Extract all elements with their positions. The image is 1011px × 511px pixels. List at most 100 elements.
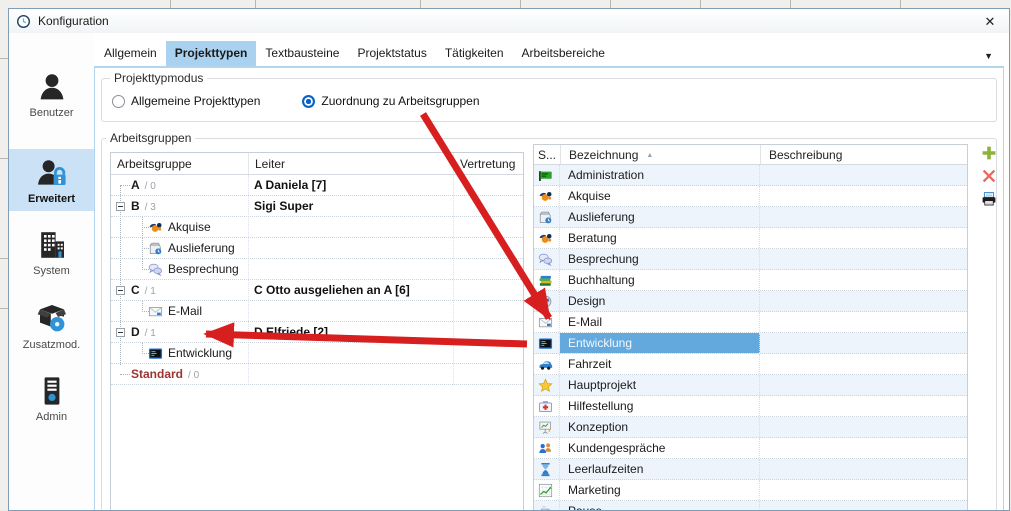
close-icon[interactable]: ✕ [981,13,999,31]
kundengespraeche-icon [538,441,553,456]
sidebar-item-label: Zusatzmod. [23,339,80,351]
background-window-fragment-left [0,8,8,510]
tree-row[interactable]: A/ 0A Daniela [7] [111,175,523,196]
projekttyp-label: Akquise [168,217,211,238]
sidebar-item-erweitert[interactable]: Erweitert [9,149,94,211]
list-item[interactable]: Akquise [534,186,967,207]
expand-collapse-icon[interactable] [116,328,125,337]
list-item-symbol-cell [534,165,560,185]
radio-icon [112,95,125,108]
projekttyp-label: Auslieferung [168,238,235,259]
list-item[interactable]: Entwicklung [534,333,967,354]
marketing-icon [538,483,553,498]
projekttyp-label: E-Mail [168,301,202,322]
tree-row[interactable]: E-Mail [111,301,523,322]
list-item-symbol-cell [534,480,560,500]
tree-row[interactable]: Akquise [111,217,523,238]
list-item-beschreibung [760,333,967,353]
print-button[interactable] [980,190,998,208]
app-clock-icon [16,14,31,29]
radio-option-1[interactable]: Allgemeine Projekttypen [112,94,260,108]
leiter-value: D Elfriede [2] [254,322,328,343]
tree-row[interactable]: Auslieferung [111,238,523,259]
add-button[interactable] [980,144,998,162]
tab-arbeitsbereiche[interactable]: Arbeitsbereiche [513,41,614,66]
expand-collapse-icon[interactable] [116,286,125,295]
konzeption-icon [538,420,553,435]
tree-row[interactable]: B/ 3Sigi Super [111,196,523,217]
list-item[interactable]: Buchhaltung [534,270,967,291]
radio-option-2[interactable]: Zuordnung zu Arbeitsgruppen [302,94,479,108]
list-item[interactable]: Marketing [534,480,967,501]
box-cd-icon [36,303,68,335]
delete-button[interactable] [980,167,998,185]
list-item[interactable]: Hilfestellung [534,396,967,417]
list-item-beschreibung [760,165,967,185]
tree-row[interactable]: Entwicklung [111,343,523,364]
list-column-bezeichnung[interactable]: Bezeichnung▲ [560,145,760,164]
list-item[interactable]: Kundengespräche [534,438,967,459]
list-item[interactable]: E-Mail [534,312,967,333]
list-item[interactable]: Design [534,291,967,312]
list-item-symbol-cell [534,396,560,416]
tab-projekttypen[interactable]: Projekttypen [166,41,257,66]
email-icon [538,315,553,330]
sidebar-item-zusatzmod[interactable]: Zusatzmod. [9,299,94,361]
tree-row[interactable]: D/ 1D Elfriede [2] [111,322,523,343]
list-item[interactable]: Auslieferung [534,207,967,228]
list-item-bezeichnung: Marketing [560,480,760,500]
list-item[interactable]: Beratung [534,228,967,249]
administration-icon [538,168,553,183]
list-item-symbol-cell [534,312,560,332]
list-column-beschreibung[interactable]: Beschreibung [760,145,967,164]
design-icon [538,294,553,309]
tab-projektstatus[interactable]: Projektstatus [348,41,435,66]
user-lock-icon [36,157,68,189]
projekttyp-label: Entwicklung [168,343,232,364]
buchhaltung-icon [538,273,553,288]
tree-column-arbeitsgruppe[interactable]: Arbeitsgruppe [111,153,248,174]
expand-collapse-icon[interactable] [116,202,125,211]
group-count: / 0 [188,370,199,381]
cross-icon [981,168,997,184]
list-item-bezeichnung: Auslieferung [560,207,760,227]
list-column-symbol[interactable]: S... [534,145,560,164]
tree-row[interactable]: Standard/ 0 [111,364,523,385]
hauptprojekt-icon [538,378,553,393]
tree-row[interactable]: Besprechung [111,259,523,280]
entwicklung-icon [538,336,553,351]
projekttypmodus-group: Projekttypmodus Allgemeine ProjekttypenZ… [101,78,997,122]
list-item-bezeichnung: Kundengespräche [560,438,760,458]
list-item[interactable]: Fahrzeit [534,354,967,375]
list-item-bezeichnung: Buchhaltung [560,270,760,290]
list-item[interactable]: Konzeption [534,417,967,438]
tree-column-vertretung[interactable]: Vertretung [453,153,523,174]
list-item-beschreibung [760,354,967,374]
sidebar: Benutzer Erweitert System Zusatzmod. Admin [9,33,94,510]
list-item[interactable]: Administration [534,165,967,186]
list-item-bezeichnung: Konzeption [560,417,760,437]
tab-allgemein[interactable]: Allgemein [95,41,166,66]
list-item-beschreibung [760,207,967,227]
list-item-symbol-cell [534,249,560,269]
sidebar-item-admin[interactable]: Admin [9,371,94,433]
sidebar-item-label: Erweitert [28,193,75,205]
tab-overflow-icon[interactable]: ▼ [984,51,993,61]
action-strip [980,144,1000,213]
list-item[interactable]: Hauptprojekt [534,375,967,396]
dialog-titlebar[interactable]: Konfiguration ✕ [9,9,1009,33]
sidebar-item-system[interactable]: System [9,225,94,289]
arbeitsgruppen-table-body: A/ 0A Daniela [7]B/ 3Sigi SuperAkquiseAu… [111,175,523,385]
projekttyp-label: Besprechung [168,259,239,280]
tree-column-leiter[interactable]: Leiter [248,153,453,174]
list-item[interactable]: Leerlaufzeiten [534,459,967,480]
list-item-symbol-cell [534,438,560,458]
list-item-symbol-cell [534,417,560,437]
sidebar-item-benutzer[interactable]: Benutzer [9,67,94,139]
list-item[interactable]: Besprechung [534,249,967,270]
tree-row[interactable]: C/ 1C Otto ausgeliehen an A [6] [111,280,523,301]
tab-tätigkeiten[interactable]: Tätigkeiten [436,41,513,66]
list-item-beschreibung [760,417,967,437]
group-count: / 3 [145,202,156,213]
tab-textbausteine[interactable]: Textbausteine [256,41,348,66]
